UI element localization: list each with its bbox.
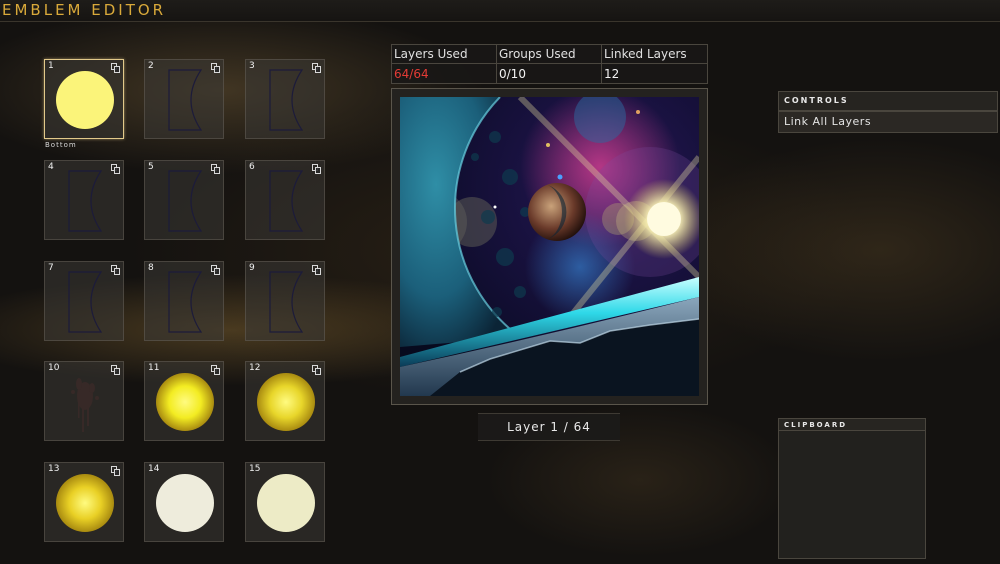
emblem-preview-image (400, 97, 699, 396)
circle-shape-icon (257, 474, 315, 532)
circle-shape-icon (156, 474, 214, 532)
layer-tile-12[interactable]: 12 (245, 361, 325, 441)
layer-tile-8[interactable]: 8 (144, 261, 224, 341)
groups-used-value: 0/10 (499, 67, 526, 81)
layer-tile-5[interactable]: 5 (144, 160, 224, 240)
clipboard-panel[interactable]: CLIPBOARD (778, 418, 926, 559)
layer-tile-14[interactable]: 14 (144, 462, 224, 542)
stats-column-divider (496, 45, 497, 83)
layer-tile-9[interactable]: 9 (245, 261, 325, 341)
linked-layers-value: 12 (604, 67, 620, 81)
splatter-shape-icon (71, 378, 99, 432)
stat-groups-used: Groups Used 0/10 (497, 45, 601, 83)
circle-shape-icon (56, 71, 114, 129)
layer-tile-3[interactable]: 3 (245, 59, 325, 139)
radial-circle-shape-icon (257, 373, 315, 431)
link-all-layers-button[interactable]: Link All Layers (778, 111, 998, 133)
stats-divider (392, 63, 707, 64)
crescent-outline-shape-icon (168, 69, 203, 131)
layer-tile-1[interactable]: 1 Bottom (44, 59, 124, 149)
page-title: EMBLEM EDITOR (2, 1, 167, 19)
layer-tile-6[interactable]: 6 (245, 160, 325, 240)
crescent-outline-shape-icon (269, 170, 304, 232)
layer-tile-7[interactable]: 7 (44, 261, 124, 341)
crescent-outline-shape-icon (269, 69, 304, 131)
layer-tile-11[interactable]: 11 (144, 361, 224, 441)
title-bar: EMBLEM EDITOR (0, 0, 1000, 22)
stats-column-divider (601, 45, 602, 83)
layer-tile-4[interactable]: 4 (44, 160, 124, 240)
groups-used-label: Groups Used (499, 47, 576, 61)
stat-layers-used: Layers Used 64/64 (392, 45, 496, 83)
layer-tile-15[interactable]: 15 (245, 462, 325, 542)
clipboard-header: CLIPBOARD (778, 418, 926, 431)
controls-header: CONTROLS (778, 91, 998, 111)
layer-tile-10[interactable]: 10 (44, 361, 124, 441)
layer-tile-13[interactable]: 13 (44, 462, 124, 542)
crescent-outline-shape-icon (168, 170, 203, 232)
crescent-outline-shape-icon (68, 271, 103, 333)
linked-layers-label: Linked Layers (604, 47, 687, 61)
radial-circle-shape-icon (156, 373, 214, 431)
emblem-canvas[interactable] (391, 88, 708, 405)
crescent-outline-shape-icon (168, 271, 203, 333)
stat-linked-layers: Linked Layers 12 (602, 45, 706, 83)
crescent-outline-shape-icon (269, 271, 304, 333)
layer-stats-bar: Layers Used 64/64 Groups Used 0/10 Linke… (391, 44, 708, 84)
radial-circle-shape-icon (56, 474, 114, 532)
bottom-layer-label: Bottom (45, 141, 77, 149)
layers-used-value: 64/64 (394, 67, 429, 81)
layer-tile-2[interactable]: 2 (144, 59, 224, 139)
layer-indicator: Layer 1 / 64 (478, 413, 620, 441)
layers-used-label: Layers Used (394, 47, 468, 61)
crescent-outline-shape-icon (68, 170, 103, 232)
